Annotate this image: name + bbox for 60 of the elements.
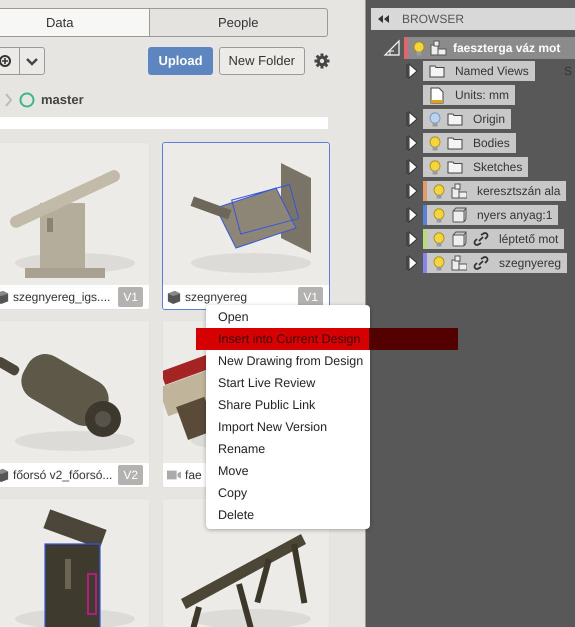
tree-item[interactable]: léptető mot <box>423 229 564 249</box>
branch-label[interactable]: master <box>41 90 84 110</box>
upload-button[interactable]: Upload <box>148 47 213 75</box>
cube-icon <box>451 206 467 224</box>
component-icon <box>451 182 467 200</box>
folder-icon <box>447 110 463 128</box>
menu-item[interactable]: Start Live Review <box>206 372 370 394</box>
file-card[interactable]: főorsó v2_főorsó... V2 <box>0 320 150 488</box>
tree-item[interactable]: Sketches <box>423 157 528 177</box>
menu-item[interactable]: Copy <box>206 482 370 504</box>
version-badge: V2 <box>118 465 143 485</box>
file-card[interactable]: szegnyereg V1 <box>162 142 330 310</box>
file-name: fae <box>185 467 202 484</box>
expand-icon[interactable] <box>406 63 418 79</box>
add-icon <box>0 54 12 68</box>
video-icon <box>167 468 181 482</box>
menu-item[interactable]: New Drawing from Design <box>206 350 370 372</box>
file-name: szegnyereg <box>185 289 248 306</box>
tab[interactable]: Data <box>0 8 150 37</box>
expand-icon[interactable] <box>406 183 418 199</box>
collapse-icon[interactable] <box>377 14 390 24</box>
tree-item[interactable]: szegnyereg <box>423 253 568 273</box>
tree-item[interactable]: Named Views <box>423 61 535 81</box>
panel-title: BROWSER <box>402 11 464 28</box>
folder-icon <box>429 62 445 80</box>
tree-item[interactable]: keresztszán ala <box>423 181 566 201</box>
settings-icon[interactable] <box>314 53 330 69</box>
folder-icon <box>447 134 463 152</box>
component-icon <box>451 254 467 272</box>
folder-icon <box>447 158 463 176</box>
menu-item[interactable]: Rename <box>206 438 370 460</box>
menu-item[interactable]: Share Public Link <box>206 394 370 416</box>
version-badge: V1 <box>118 287 143 307</box>
expand-icon[interactable] <box>406 231 418 247</box>
expand-icon[interactable] <box>406 111 418 127</box>
menu-item[interactable]: Import New Version <box>206 416 370 438</box>
chevron-down-icon <box>25 55 39 67</box>
file-card[interactable]: szegnyereg_igs.... V1 <box>0 142 150 310</box>
expand-icon[interactable] <box>406 159 418 175</box>
menu-item[interactable]: Delete <box>206 504 370 526</box>
component-icon <box>430 40 447 56</box>
cube-icon <box>451 230 467 248</box>
tree-item[interactable]: Bodies <box>423 133 516 153</box>
triangle-icon <box>383 39 401 57</box>
version-badge: V1 <box>298 287 323 307</box>
expand-icon[interactable] <box>406 255 418 271</box>
new-button-group[interactable] <box>0 47 45 75</box>
expand-icon[interactable] <box>406 207 418 223</box>
menu-item[interactable]: Move <box>206 460 370 482</box>
file-name: szegnyereg_igs.... <box>13 289 110 306</box>
document-icon <box>429 86 445 104</box>
cube-icon <box>167 290 181 304</box>
branch-icon <box>19 92 35 108</box>
tree-item[interactable]: Units: mm <box>423 85 515 105</box>
expand-icon[interactable] <box>406 135 418 151</box>
tree-item[interactable]: Origin <box>423 109 512 129</box>
file-name: főorsó v2_főorsó... <box>13 467 112 484</box>
tab[interactable]: People <box>150 8 328 37</box>
tree-item[interactable]: nyers anyag:1 <box>423 205 558 225</box>
new-folder-button[interactable]: New Folder <box>218 47 305 75</box>
